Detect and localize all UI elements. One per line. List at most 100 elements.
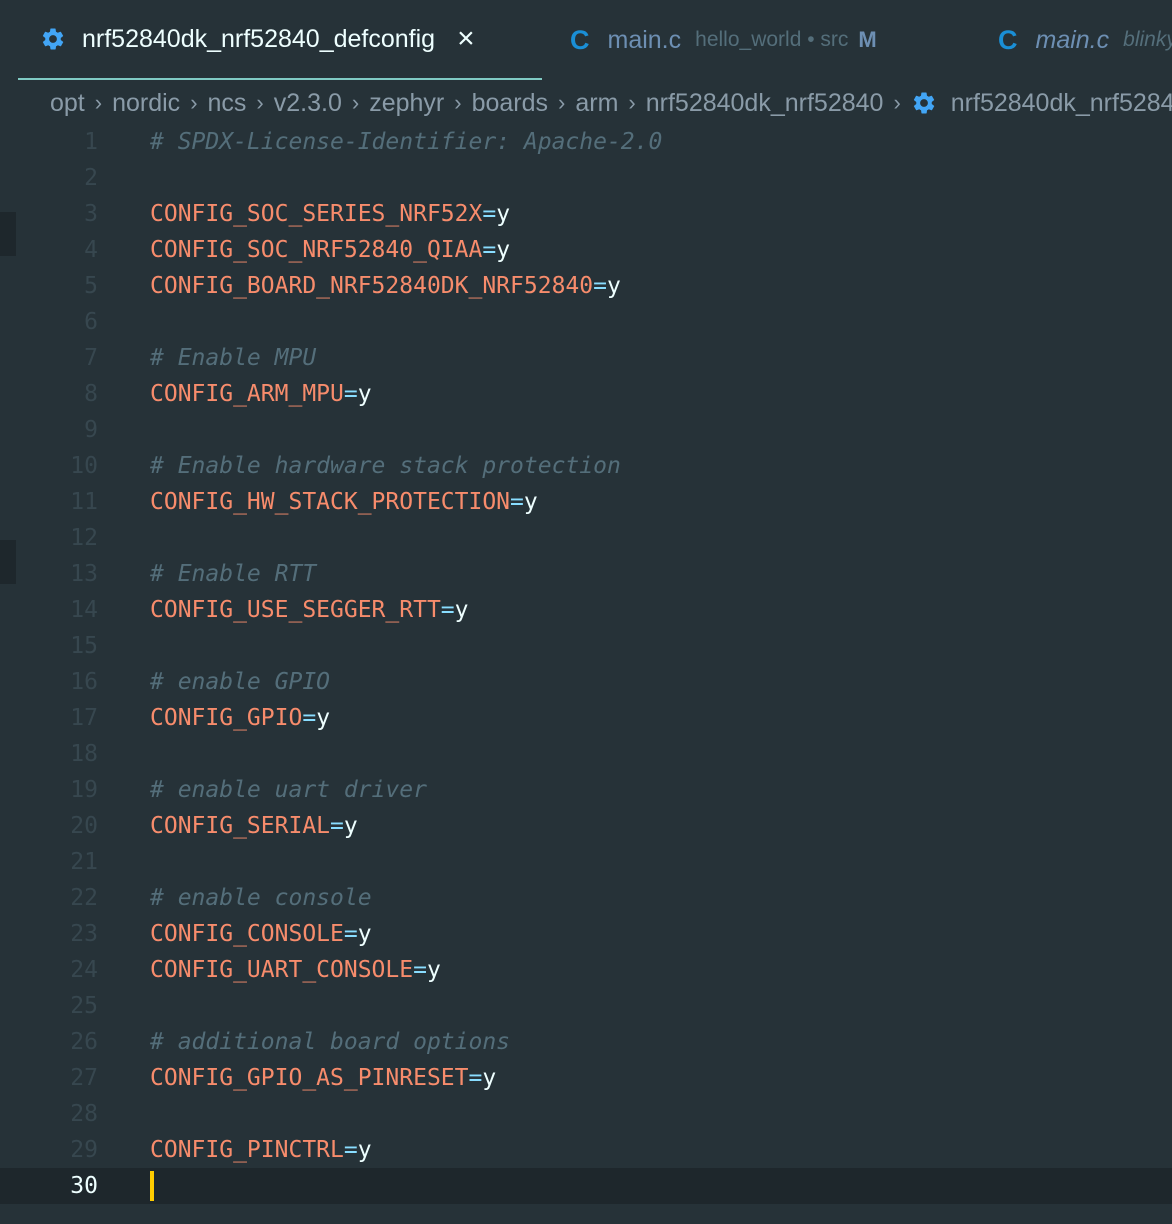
code-line[interactable]: 8 CONFIG_ARM_MPU=y [0,376,1172,412]
config-key: CONFIG_PINCTRL [150,1137,344,1163]
code-line[interactable]: 29 CONFIG_PINCTRL=y [0,1132,1172,1168]
code-content: CONFIG_SERIAL=y [150,808,358,844]
line-number: 28 [70,1101,98,1127]
tab-title: main.c [607,25,682,54]
line-number: 9 [84,417,98,443]
code-content: # Enable hardware stack protection [150,448,621,484]
line-number: 18 [70,741,98,767]
tab-defconfig[interactable]: nrf52840dk_nrf52840_defconfig × [18,0,542,80]
config-value: y [316,705,331,731]
code-line[interactable]: 11 CONFIG_HW_STACK_PROTECTION=y [0,484,1172,520]
code-content: CONFIG_ARM_MPU=y [150,376,372,412]
tab-title: main.c [1035,25,1110,54]
chevron-right-icon: › [558,90,566,115]
code-content: CONFIG_GPIO=y [150,700,330,736]
code-content: CONFIG_CONSOLE=y [150,916,372,952]
line-number: 19 [70,777,98,803]
config-value: y [482,1065,497,1091]
code-line[interactable]: 12 [0,520,1172,556]
code-editor[interactable]: 1 # SPDX-License-Identifier: Apache-2.0 2 3… [0,124,1172,1224]
code-line[interactable]: 6 [0,304,1172,340]
gear-icon [42,28,64,50]
line-number: 27 [70,1065,98,1091]
config-value: y [357,921,372,947]
assign-operator: = [482,237,497,263]
code-content: CONFIG_GPIO_AS_PINRESET=y [150,1060,496,1096]
tab-main-c-blinky[interactable]: C main.c blinky [996,0,1172,80]
code-line[interactable]: 22 # enable console [0,880,1172,916]
breadcrumb-item-opt[interactable]: opt [50,89,85,118]
comment-text: # enable console [150,885,372,911]
tab-main-c-hello-world[interactable]: C main.c hello_world • src M [568,0,877,80]
line-number: 14 [70,597,98,623]
code-line[interactable]: 27 CONFIG_GPIO_AS_PINRESET=y [0,1060,1172,1096]
assign-operator: = [593,273,607,299]
line-number: 12 [70,525,98,551]
code-content: CONFIG_PINCTRL=y [150,1132,372,1168]
code-line[interactable]: 13 # Enable RTT [0,556,1172,592]
config-key: CONFIG_CONSOLE [150,921,344,947]
code-line[interactable]: 2 [0,160,1172,196]
code-line[interactable]: 9 [0,412,1172,448]
assign-operator: = [330,813,344,839]
code-line[interactable]: 19 # enable uart driver [0,772,1172,808]
code-line[interactable]: 24 CONFIG_UART_CONSOLE=y [0,952,1172,988]
assign-operator: = [343,381,358,407]
breadcrumb-item-version[interactable]: v2.3.0 [274,89,342,118]
line-number: 2 [84,165,98,191]
code-line[interactable]: 18 [0,736,1172,772]
code-line[interactable]: 10 # Enable hardware stack protection [0,448,1172,484]
config-value: y [496,237,511,263]
comment-text: # enable uart driver [150,777,427,803]
line-number: 26 [70,1029,98,1055]
line-number: 3 [84,201,98,227]
code-line[interactable]: 21 [0,844,1172,880]
comment-text: # enable GPIO [150,669,331,695]
code-line[interactable]: 14 CONFIG_USE_SEGGER_RTT=y [0,592,1172,628]
c-file-icon: C [570,24,590,55]
breadcrumb-item-arm[interactable]: arm [575,89,618,118]
code-line[interactable]: 4 CONFIG_SOC_NRF52840_QIAA=y [0,232,1172,268]
assign-operator: = [343,921,358,947]
code-line[interactable]: 15 [0,628,1172,664]
code-line[interactable]: 7 # Enable MPU [0,340,1172,376]
comment-text: # additional board options [150,1029,511,1055]
code-content: # SPDX-License-Identifier: Apache-2.0 [150,124,662,160]
code-line[interactable]: 30 [0,1168,1172,1204]
line-number: 17 [70,705,98,731]
code-line[interactable]: 16 # enable GPIO [0,664,1172,700]
breadcrumb: opt › nordic › ncs › v2.3.0 › zephyr › b… [50,84,1172,122]
code-line[interactable]: 23 CONFIG_CONSOLE=y [0,916,1172,952]
code-line[interactable]: 1 # SPDX-License-Identifier: Apache-2.0 [0,124,1172,160]
config-key: CONFIG_GPIO_AS_PINRESET [150,1065,469,1091]
tab-description: blinky [1123,28,1172,51]
config-value: y [523,489,538,515]
code-line[interactable]: 5 CONFIG_BOARD_NRF52840DK_NRF52840=y [0,268,1172,304]
chevron-right-icon: › [893,90,901,115]
code-line[interactable]: 17 CONFIG_GPIO=y [0,700,1172,736]
breadcrumb-item-boards[interactable]: boards [472,89,548,118]
config-key: CONFIG_USE_SEGGER_RTT [150,597,441,623]
chevron-right-icon: › [94,90,103,115]
config-value: y [357,381,372,407]
code-line[interactable]: 20 CONFIG_SERIAL=y [0,808,1172,844]
gear-icon [913,92,934,114]
line-number: 25 [70,993,98,1019]
code-line[interactable]: 3 CONFIG_SOC_SERIES_NRF52X=y [0,196,1172,232]
line-number: 5 [84,273,98,299]
code-line[interactable]: 26 # additional board options [0,1024,1172,1060]
code-line[interactable]: 28 [0,1096,1172,1132]
breadcrumb-item-nordic[interactable]: nordic [112,89,180,118]
tab-bar: nrf52840dk_nrf52840_defconfig × C main.c… [0,0,1172,80]
breadcrumb-item-board[interactable]: nrf52840dk_nrf52840 [646,89,884,118]
code-line[interactable]: 25 [0,988,1172,1024]
line-number: 16 [70,669,98,695]
assign-operator: = [482,201,497,227]
code-content: # enable console [150,880,372,916]
breadcrumb-item-ncs[interactable]: ncs [208,89,247,118]
breadcrumb-item-file[interactable]: nrf52840dk_nrf52840_defconfig [951,89,1172,118]
line-number: 11 [70,489,98,515]
tab-title: nrf52840dk_nrf52840_defconfig [82,24,436,53]
close-icon[interactable]: × [457,24,475,54]
breadcrumb-item-zephyr[interactable]: zephyr [369,89,444,118]
